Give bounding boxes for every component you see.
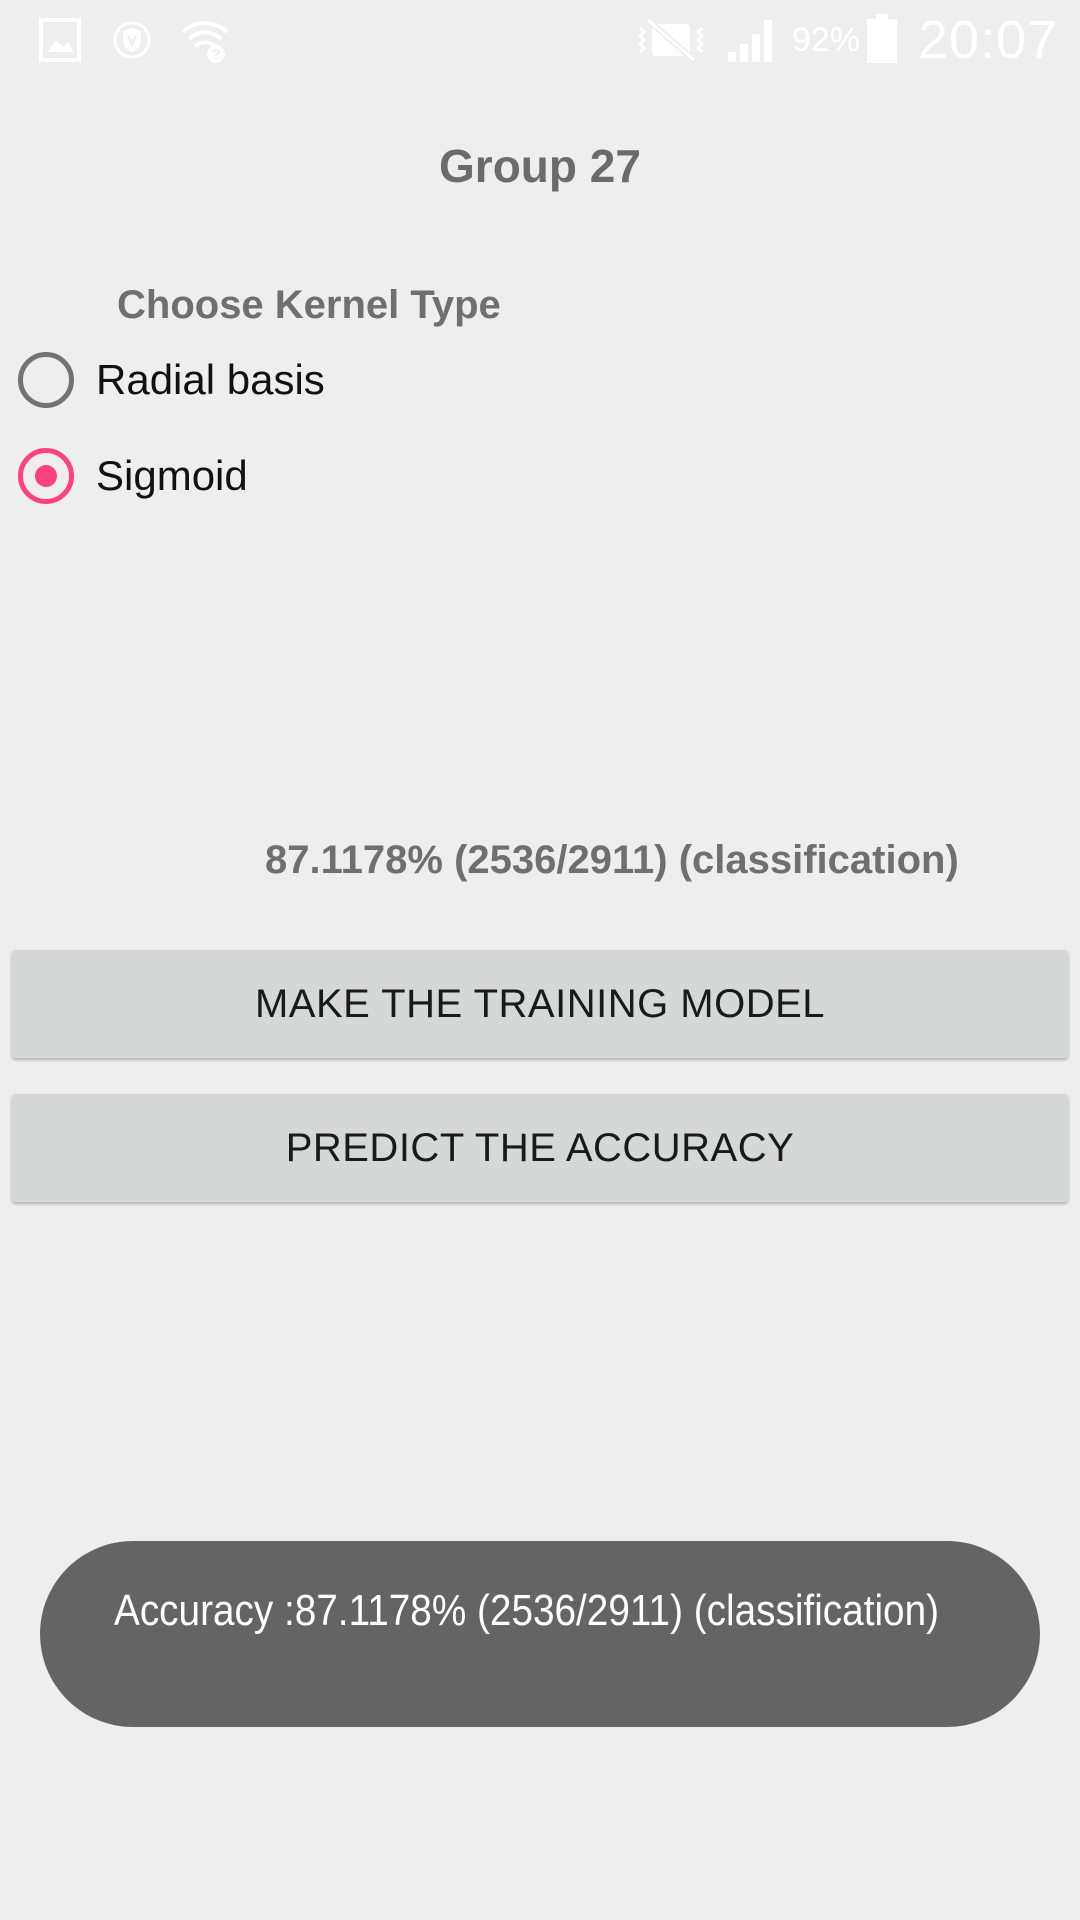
- app-screen: ? 92% 20:07 Group 27 Choose Kernel Type: [0, 0, 1080, 1920]
- vibrate-mute-icon: [637, 17, 705, 63]
- toast-message: Accuracy :87.1178% (2536/2911) (classifi…: [114, 1586, 940, 1635]
- battery-percent: 92%: [792, 21, 861, 59]
- shield-icon: [113, 21, 151, 59]
- radio-button-checked[interactable]: [18, 448, 74, 504]
- radio-option-radial-basis[interactable]: Radial basis: [14, 348, 614, 412]
- kernel-type-heading: Choose Kernel Type: [117, 283, 501, 327]
- svg-text:?: ?: [212, 46, 221, 62]
- signal-icon: [728, 20, 772, 62]
- radio-selected-dot: [35, 465, 57, 487]
- clock: 20:07: [918, 10, 1059, 70]
- radio-option-sigmoid[interactable]: Sigmoid: [14, 444, 614, 508]
- radio-button-unchecked[interactable]: [18, 352, 74, 408]
- make-training-model-button[interactable]: MAKE THE TRAINING MODEL: [12, 950, 1068, 1058]
- radio-label-sigmoid: Sigmoid: [96, 452, 248, 499]
- toast-notification: Accuracy :87.1178% (2536/2911) (classifi…: [40, 1541, 1040, 1727]
- wifi-icon: ?: [181, 21, 229, 63]
- page-title: Group 27: [439, 140, 641, 192]
- accuracy-result-text: 87.1178% (2536/2911) (classification): [265, 838, 959, 882]
- battery-icon: [867, 14, 897, 63]
- gallery-icon: [39, 18, 81, 62]
- radio-label-radial-basis: Radial basis: [96, 356, 325, 403]
- predict-accuracy-button[interactable]: PREDICT THE ACCURACY: [12, 1094, 1068, 1202]
- status-bar: ? 92% 20:07: [0, 0, 1080, 80]
